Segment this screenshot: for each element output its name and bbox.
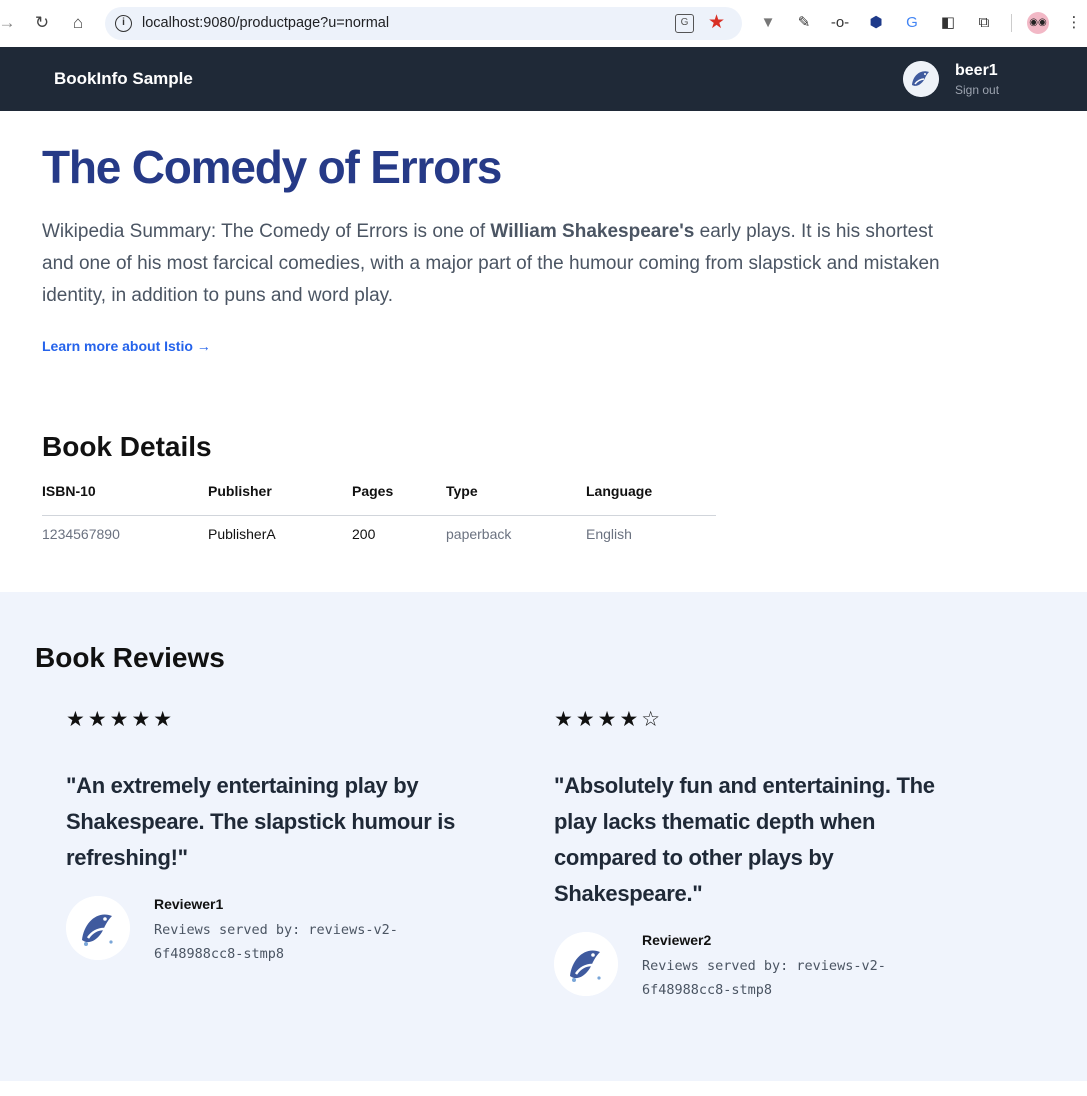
book-summary: Wikipedia Summary: The Comedy of Errors …	[42, 216, 942, 312]
eyedropper-icon[interactable]: ✎	[793, 12, 815, 34]
review-quote: "Absolutely fun and entertaining. The pl…	[554, 773, 935, 906]
page-title: The Comedy of Errors	[42, 141, 502, 193]
page-footer	[0, 1081, 1087, 1096]
reviewer-avatar-icon	[66, 896, 130, 960]
cell-pages: 200	[352, 526, 376, 542]
column-header-publisher: Publisher	[208, 483, 272, 499]
reviews-served-by: Reviews served by: reviews-v2-6f48988cc8…	[642, 958, 886, 998]
cell-type: paperback	[446, 526, 512, 542]
vue-devtools-icon[interactable]: ▼	[757, 12, 779, 34]
cell-language: English	[586, 526, 632, 542]
table-divider	[42, 515, 716, 516]
reviewer-name: Reviewer2	[642, 932, 712, 948]
column-header-pages: Pages	[352, 483, 394, 499]
user-avatar-icon	[903, 61, 939, 97]
commit-icon[interactable]: -o-	[829, 12, 851, 34]
user-name: beer1	[955, 62, 998, 79]
book-reviews-section: Book Reviews ★★★★★ "An extremely enterta…	[0, 592, 1087, 1081]
column-header-language: Language	[586, 483, 653, 499]
star-rating: ★★★★★	[66, 708, 176, 731]
back-icon[interactable]: →	[0, 12, 18, 34]
sign-out-link[interactable]: Sign out	[955, 83, 999, 97]
address-bar[interactable]: i localhost:9080/productpage?u=normal G …	[105, 7, 742, 40]
reload-icon[interactable]: ↻	[31, 12, 53, 34]
reviewer-name: Reviewer1	[154, 896, 224, 912]
hexagon-extension-icon[interactable]: ⬢	[865, 12, 887, 34]
side-panel-icon[interactable]: ◧	[937, 12, 959, 34]
book-details-heading: Book Details	[42, 431, 212, 462]
browser-toolbar: → ↻ ⌂ i localhost:9080/productpage?u=nor…	[0, 0, 1087, 47]
summary-author: William Shakespeare's	[490, 221, 695, 242]
column-header-isbn: ISBN-10	[42, 483, 96, 499]
cell-isbn: 1234567890	[42, 526, 120, 542]
reviews-served-by: Reviews served by: reviews-v2-6f48988cc8…	[154, 922, 398, 962]
google-translate-icon[interactable]: G	[901, 12, 923, 34]
toolbar-divider	[1011, 14, 1012, 32]
reviewer-avatar-icon	[554, 932, 618, 996]
profile-avatar-icon[interactable]: ◉◉	[1027, 12, 1049, 34]
bookmark-star-icon[interactable]: ★	[708, 11, 725, 34]
learn-more-link[interactable]: Learn more about Istio →	[42, 338, 211, 354]
column-header-type: Type	[446, 483, 478, 499]
info-icon[interactable]: i	[115, 15, 132, 32]
url-text[interactable]: localhost:9080/productpage?u=normal	[142, 15, 389, 31]
home-icon[interactable]: ⌂	[67, 12, 89, 34]
extensions-puzzle-icon[interactable]: ⧉	[973, 12, 995, 34]
cell-publisher: PublisherA	[208, 526, 276, 542]
book-reviews-heading: Book Reviews	[35, 642, 225, 673]
summary-prefix: Wikipedia Summary: The Comedy of Errors …	[42, 221, 491, 242]
brand-title[interactable]: BookInfo Sample	[54, 69, 193, 89]
review-quote: "An extremely entertaining play by Shake…	[66, 773, 456, 870]
translate-icon[interactable]: G	[675, 14, 694, 33]
app-header: BookInfo Sample beer1 Sign out	[0, 47, 1087, 111]
star-rating: ★★★★☆	[554, 708, 664, 731]
menu-kebab-icon[interactable]: ⋮	[1063, 12, 1085, 34]
